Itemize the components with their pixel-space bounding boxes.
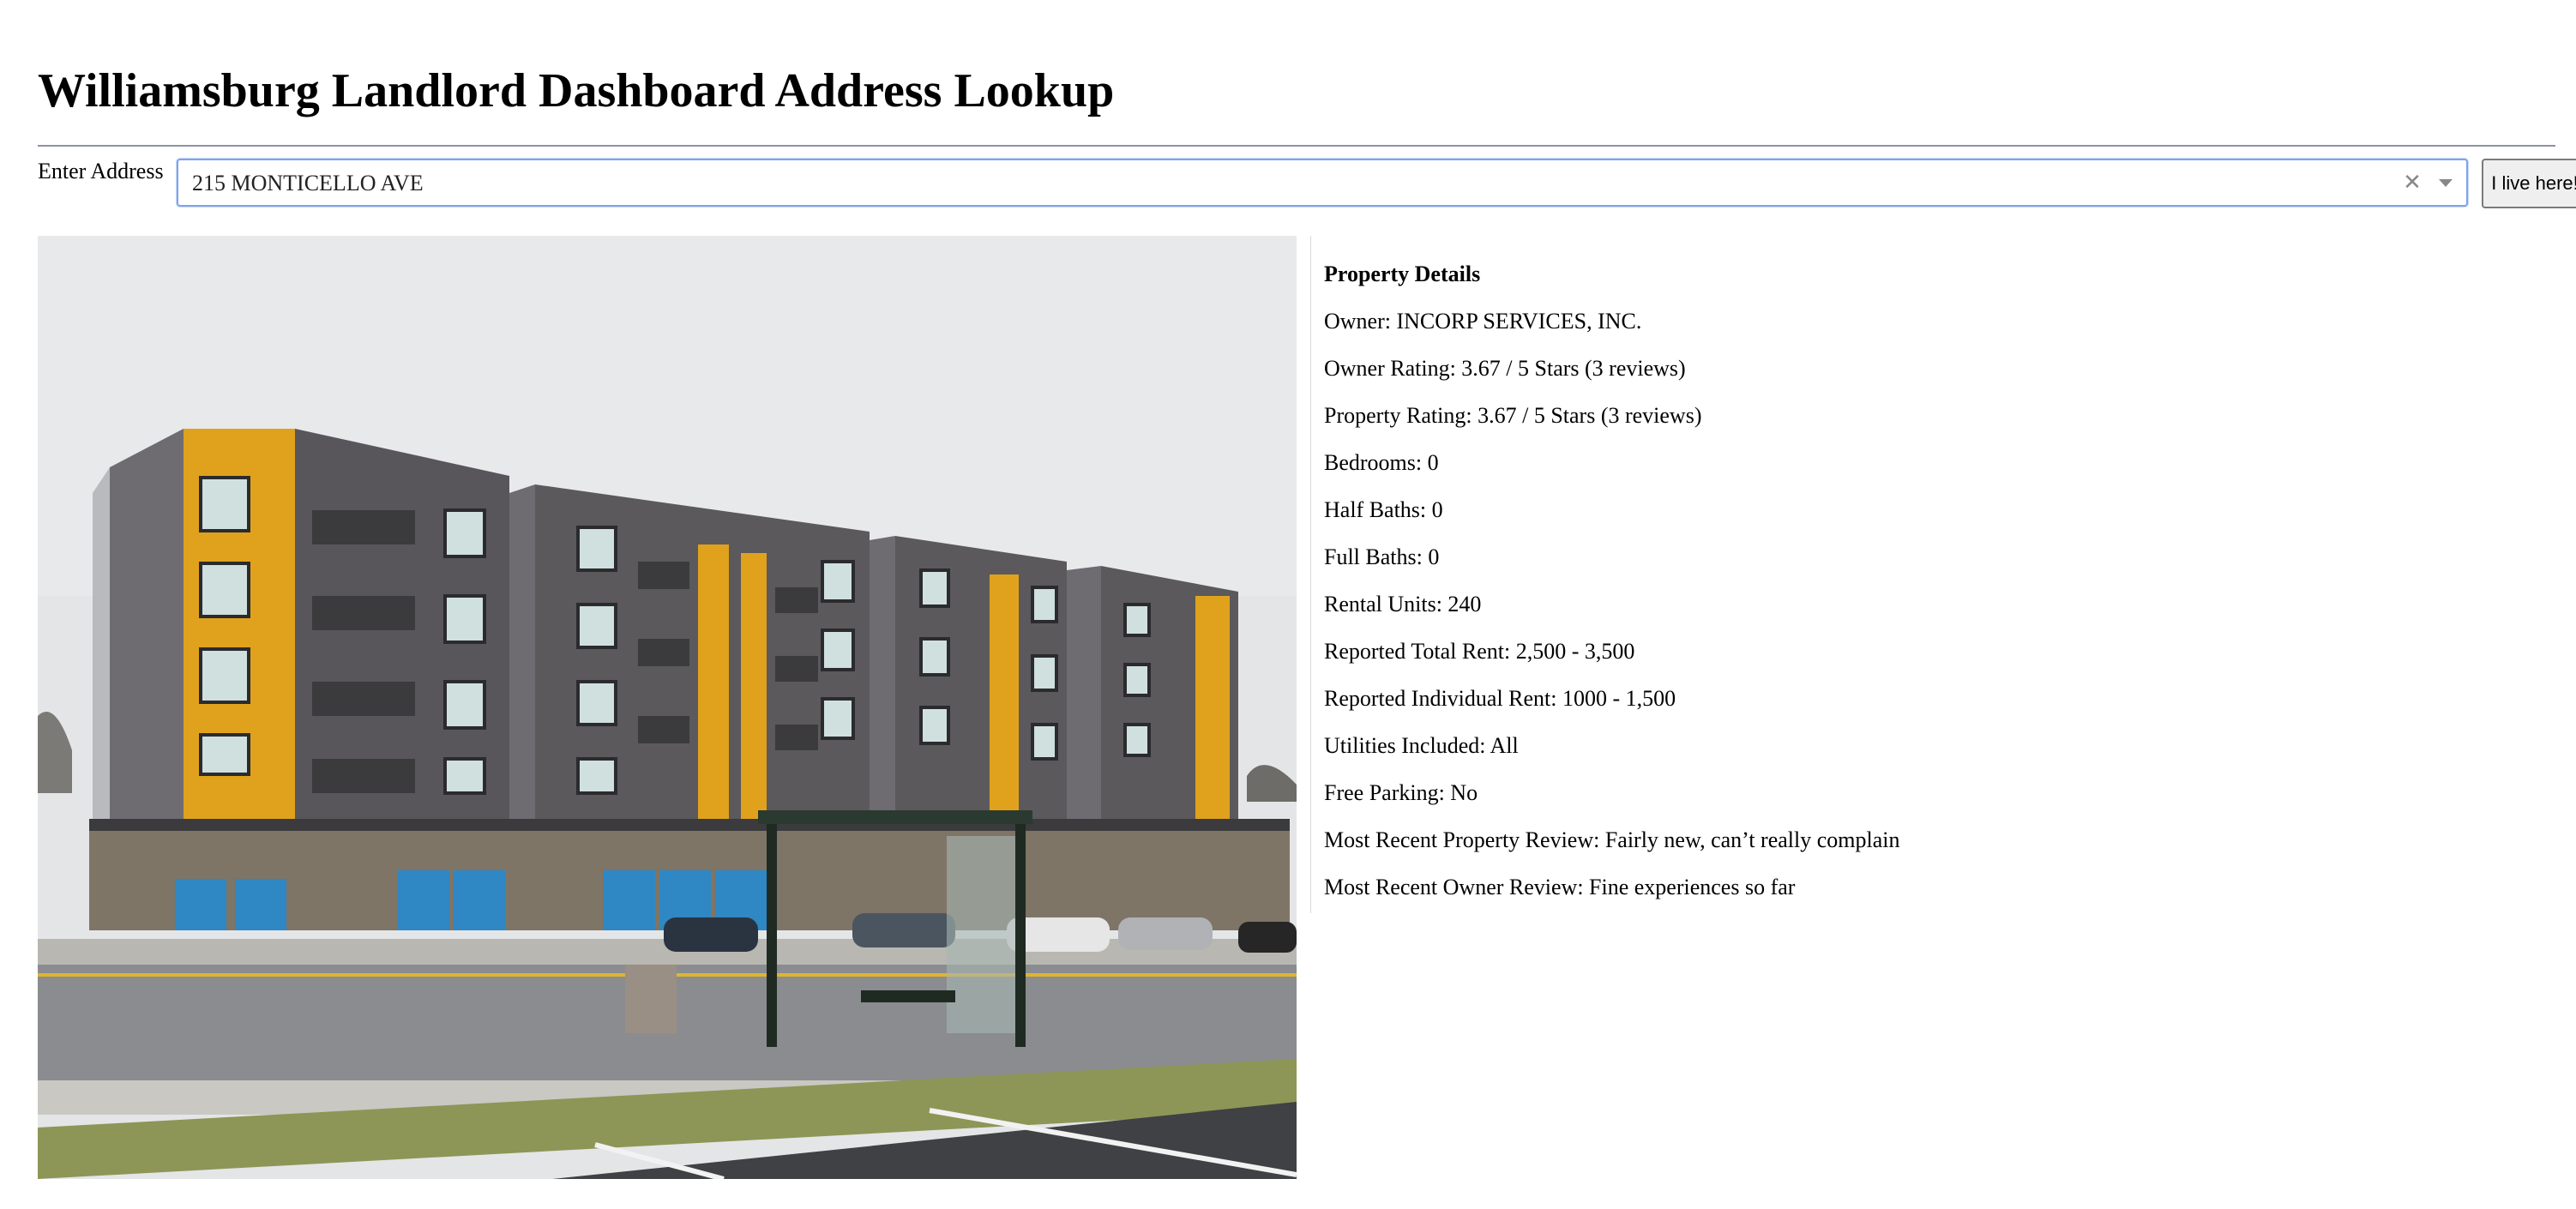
- property-photo: [38, 236, 1297, 1179]
- i-live-here-button[interactable]: I live here!: [2482, 159, 2576, 208]
- rental-units: Rental Units: 240: [1324, 592, 1482, 617]
- panel-divider: [1310, 236, 1311, 913]
- owner: Owner: INCORP SERVICES, INC.: [1324, 309, 1642, 334]
- utilities-included: Utilities Included: All: [1324, 733, 1519, 758]
- content-area: Property Details Owner: INCORP SERVICES,…: [38, 236, 2555, 1179]
- property-details-panel: Property Details Owner: INCORP SERVICES,…: [1324, 262, 2525, 922]
- page-title: Williamsburg Landlord Dashboard Address …: [38, 64, 1115, 117]
- address-select[interactable]: 215 MONTICELLO AVE ✕: [177, 159, 2468, 207]
- owner-rating: Owner Rating: 3.67 / 5 Stars (3 reviews): [1324, 356, 1686, 381]
- half-baths: Half Baths: 0: [1324, 497, 1443, 522]
- close-icon[interactable]: ✕: [2399, 169, 2425, 196]
- most-recent-property-review: Most Recent Property Review: Fairly new,…: [1324, 827, 1900, 852]
- header-divider: [38, 145, 2555, 147]
- most-recent-owner-review: Most Recent Owner Review: Fine experienc…: [1324, 875, 1796, 899]
- full-baths: Full Baths: 0: [1324, 544, 1440, 569]
- address-label: Enter Address: [38, 159, 164, 183]
- reported-total-rent: Reported Total Rent: 2,500 - 3,500: [1324, 639, 1635, 664]
- property-rating: Property Rating: 3.67 / 5 Stars (3 revie…: [1324, 403, 1702, 428]
- property-details-heading: Property Details: [1324, 262, 1481, 286]
- chevron-down-icon[interactable]: [2439, 179, 2453, 187]
- address-row: Enter Address 215 MONTICELLO AVE ✕ I liv…: [38, 159, 2576, 210]
- reported-individual-rent: Reported Individual Rent: 1000 - 1,500: [1324, 686, 1676, 711]
- address-select-value[interactable]: 215 MONTICELLO AVE: [192, 171, 424, 196]
- free-parking: Free Parking: No: [1324, 780, 1478, 805]
- bedrooms: Bedrooms: 0: [1324, 450, 1439, 475]
